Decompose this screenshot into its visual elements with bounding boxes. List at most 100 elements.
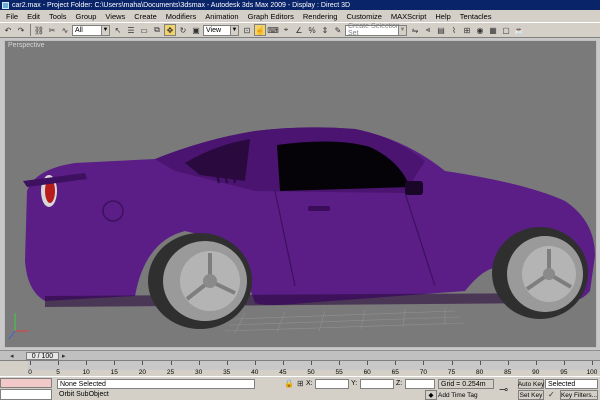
angle-snap-icon[interactable]: ∠: [293, 24, 305, 36]
edit-named-selection-icon[interactable]: ✎: [332, 24, 344, 36]
auto-key-label: Auto Key: [517, 380, 545, 388]
selection-filter-value: All: [75, 26, 83, 34]
ground-grid: [224, 308, 466, 334]
prev-frame-icon[interactable]: ◂: [10, 352, 14, 360]
ruler-tick-label: 10: [82, 369, 90, 376]
default-in-out-tangents-icon[interactable]: ✓: [548, 390, 555, 399]
set-key-button[interactable]: Set Key: [518, 390, 544, 400]
bind-space-warp-icon[interactable]: ∿: [59, 24, 71, 36]
rendered-frame-window-icon[interactable]: ▢: [500, 24, 512, 36]
select-and-rotate-icon[interactable]: ↻: [177, 24, 189, 36]
x-coord-label: X:: [306, 380, 313, 387]
ruler-tick-label: 55: [335, 369, 343, 376]
menu-help[interactable]: Help: [435, 12, 450, 21]
select-by-name-icon[interactable]: ☰: [125, 24, 137, 36]
menu-animation[interactable]: Animation: [205, 12, 238, 21]
track-bar[interactable]: 0 5 10 15 20 25 30 35 40 45 50 55 60 65 70 75 80 85 90 95 10…: [0, 360, 600, 376]
key-set-dropdown[interactable]: Selected: [545, 379, 598, 389]
ruler-tick-label: 75: [447, 369, 456, 376]
select-and-move-icon[interactable]: ✥: [164, 24, 176, 36]
manipulate-icon[interactable]: ☝: [254, 24, 266, 36]
key-mode-icon[interactable]: ⊸: [499, 383, 508, 396]
menu-group[interactable]: Group: [76, 12, 97, 21]
grid-size-text: Grid = 0.254m: [441, 381, 486, 388]
rear-wheel: [148, 233, 252, 329]
time-slider-track[interactable]: ◂ 0 / 100 ▸: [0, 350, 600, 360]
ruler-tick: [282, 361, 284, 365]
render-setup-icon[interactable]: ▦: [487, 24, 499, 36]
perspective-viewport[interactable]: Perspective: [4, 40, 597, 348]
menu-views[interactable]: Views: [105, 12, 125, 21]
ruler-tick: [507, 361, 509, 365]
unlink-icon[interactable]: ✂: [46, 24, 58, 36]
menu-create[interactable]: Create: [134, 12, 157, 21]
pivot-center-icon[interactable]: ⊡: [241, 24, 253, 36]
menu-rendering[interactable]: Rendering: [303, 12, 338, 21]
menu-tentacles[interactable]: Tentacles: [460, 12, 492, 21]
ruler-tick-label: 20: [138, 369, 147, 376]
align-icon[interactable]: ⫷: [422, 24, 434, 36]
select-link-icon[interactable]: ⛓: [33, 24, 45, 36]
ruler-tick-label: 0: [28, 369, 32, 376]
ruler-tick: [339, 361, 341, 365]
reference-coordinate-dropdown[interactable]: View ▼: [203, 24, 239, 36]
x-coord-field[interactable]: [315, 379, 349, 389]
menu-customize[interactable]: Customize: [346, 12, 381, 21]
add-time-tag-label: Add Time Tag: [438, 391, 478, 399]
select-and-scale-icon[interactable]: ▣: [190, 24, 202, 36]
ruler-tick-label: 90: [532, 369, 540, 376]
render-production-icon[interactable]: ☕: [513, 24, 525, 36]
time-tag-icon[interactable]: ◆: [425, 390, 437, 400]
ruler-tick-label: 40: [251, 369, 259, 376]
set-key-label: Set Key: [519, 391, 543, 399]
undo-icon[interactable]: ↶: [2, 24, 14, 36]
layer-manager-icon[interactable]: ▤: [435, 24, 447, 36]
menu-edit[interactable]: Edit: [27, 12, 40, 21]
add-time-tag-button[interactable]: Add Time Tag: [438, 390, 494, 400]
selection-filter-dropdown[interactable]: All ▼: [72, 24, 110, 36]
material-editor-icon[interactable]: ◉: [474, 24, 486, 36]
ruler-tick-label: 65: [391, 369, 399, 376]
ruler-tick: [254, 361, 256, 365]
time-slider[interactable]: 0 / 100: [26, 352, 59, 360]
lock-selection-icon[interactable]: 🔒: [284, 379, 294, 388]
car-model-render: [8, 127, 595, 340]
auto-key-button[interactable]: Auto Key: [518, 379, 544, 389]
side-mirror: [405, 181, 423, 195]
key-filters-button[interactable]: Key Filters...: [560, 390, 598, 400]
menu-file[interactable]: File: [6, 12, 18, 21]
percent-snap-icon[interactable]: %: [306, 24, 318, 36]
redo-icon[interactable]: ↷: [15, 24, 27, 36]
ruler-tick-label: 60: [363, 369, 371, 376]
schematic-view-icon[interactable]: ⊞: [461, 24, 473, 36]
snaps-toggle-icon[interactable]: ⌖: [280, 24, 292, 36]
named-selection-set-dropdown[interactable]: Create Selection Set ▼: [345, 23, 407, 37]
title-bar: car2.max - Project Folder: C:\Users\maha…: [0, 0, 600, 10]
mirror-icon[interactable]: ⇋: [409, 24, 421, 36]
absolute-mode-icon[interactable]: ⊞: [297, 379, 304, 388]
menu-maxscript[interactable]: MAXScript: [391, 12, 426, 21]
rectangular-selection-icon[interactable]: ▭: [138, 24, 150, 36]
menu-tools[interactable]: Tools: [49, 12, 67, 21]
key-set-value: Selected: [548, 381, 576, 388]
ruler-tick: [367, 361, 369, 365]
select-object-icon[interactable]: ↖: [112, 24, 124, 36]
y-coord-label: Y:: [351, 380, 358, 387]
app-icon: [2, 1, 9, 9]
maxscript-listener-input[interactable]: [0, 389, 52, 400]
next-frame-icon[interactable]: ▸: [62, 352, 66, 360]
keyboard-shortcut-override-icon[interactable]: ⌨: [267, 24, 279, 36]
ruler-tick-label: 25: [166, 369, 175, 376]
window-title: car2.max - Project Folder: C:\Users\maha…: [12, 1, 351, 9]
menu-graph-editors[interactable]: Graph Editors: [248, 12, 294, 21]
ruler-tick-label: 30: [194, 369, 203, 376]
z-coord-field[interactable]: [405, 379, 435, 389]
menu-modifiers[interactable]: Modifiers: [166, 12, 196, 21]
curve-editor-icon[interactable]: ⌇: [448, 24, 460, 36]
ruler-tick: [535, 361, 537, 365]
y-coord-field[interactable]: [360, 379, 394, 389]
maxscript-listener-output[interactable]: [0, 378, 52, 388]
ruler-tick: [451, 361, 453, 365]
spinner-snap-icon[interactable]: ⇕: [319, 24, 331, 36]
window-crossing-icon[interactable]: ⧉: [151, 24, 163, 36]
